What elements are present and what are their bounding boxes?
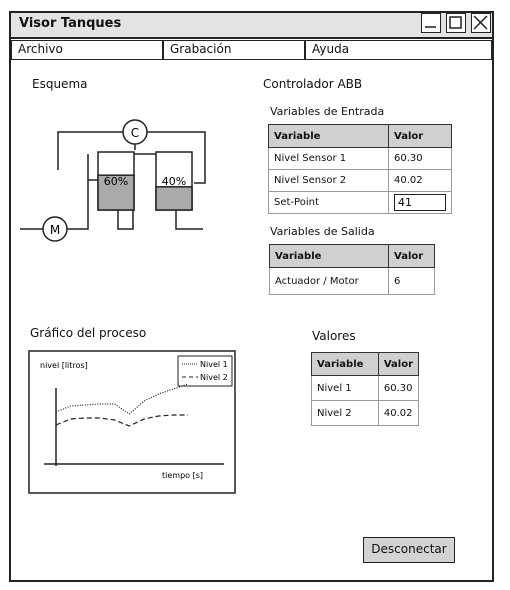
setpoint-label: Set-Point [268,191,389,214]
menu-ayuda[interactable]: Ayuda [305,40,492,60]
table-row: Nivel Sensor 2 40.02 [268,169,452,192]
values-header-valor: Valor [377,352,420,376]
values-variable-cell: Nivel 1 [311,375,379,401]
input-value-cell: 60.30 [388,147,452,170]
outputs-table: Variable Valor Actuador / Motor 6 [269,244,435,295]
controller-label: C [131,126,139,140]
input-value-cell: 40.02 [388,169,452,192]
inputs-header-variable: Variable [268,124,389,148]
table-row: Nivel 2 40.02 [311,400,420,426]
close-button[interactable] [471,13,491,33]
process-chart: nivel [litros] tiempo [s] Nivel 1 Nivel … [28,350,236,494]
disconnect-button[interactable]: Desconectar [363,537,455,563]
inputs-table: Variable Valor Nivel Sensor 1 60.30 Nive… [268,124,452,214]
menu-grabacion[interactable]: Grabación [163,40,305,60]
outputs-header-variable: Variable [269,244,389,268]
minimize-button[interactable] [421,13,441,33]
values-variable-cell: Nivel 2 [311,400,379,426]
output-variable-cell: Actuador / Motor [269,267,389,295]
values-title: Valores [312,329,356,343]
tank-1-level-label: 60% [104,175,128,188]
inputs-header-valor: Valor [388,124,452,148]
setpoint-cell [388,191,452,214]
input-variable-cell: Nivel Sensor 1 [268,147,389,170]
legend-nivel1-label: Nivel 1 [200,360,228,369]
chart-xlabel: tiempo [s] [162,471,203,480]
outputs-title: Variables de Salida [270,225,375,238]
setpoint-input[interactable] [394,194,446,211]
table-row: Nivel 1 60.30 [311,375,420,401]
inputs-table-header: Variable Valor [268,124,452,148]
input-variable-cell: Nivel Sensor 2 [268,169,389,192]
outputs-header-valor: Valor [388,244,435,268]
maximize-button[interactable] [446,13,466,33]
maximize-icon [449,16,462,29]
chart-title: Gráfico del proceso [30,326,147,340]
values-header-variable: Variable [311,352,379,376]
output-value-cell: 6 [388,267,435,295]
values-table-header: Variable Valor [311,352,420,376]
table-row: Nivel Sensor 1 60.30 [268,147,452,170]
inputs-title: Variables de Entrada [270,105,385,118]
tank-2-fill [155,186,193,211]
legend-nivel2-label: Nivel 2 [200,373,228,382]
chart-ylabel: nivel [litros] [40,361,88,370]
values-value-cell: 60.30 [377,375,420,401]
schema-title: Esquema [32,77,88,91]
main-window [9,11,494,582]
table-row: Actuador / Motor 6 [269,267,435,295]
controller-title: Controlador ABB [263,77,363,91]
values-table: Variable Valor Nivel 1 60.30 Nivel 2 40.… [311,352,420,426]
outputs-table-header: Variable Valor [269,244,435,268]
menu-bar: Archivo Grabación Ayuda [11,40,492,60]
motor-label: M [50,223,60,237]
table-row: Set-Point [268,191,452,214]
tank-2-level-label: 40% [162,175,186,188]
minimize-icon [425,26,436,28]
menu-archivo[interactable]: Archivo [11,40,163,60]
window-title: Visor Tanques [19,16,122,31]
tank-schema: C M 60% 40% [20,119,206,242]
values-value-cell: 40.02 [377,400,420,426]
close-icon [473,15,488,30]
